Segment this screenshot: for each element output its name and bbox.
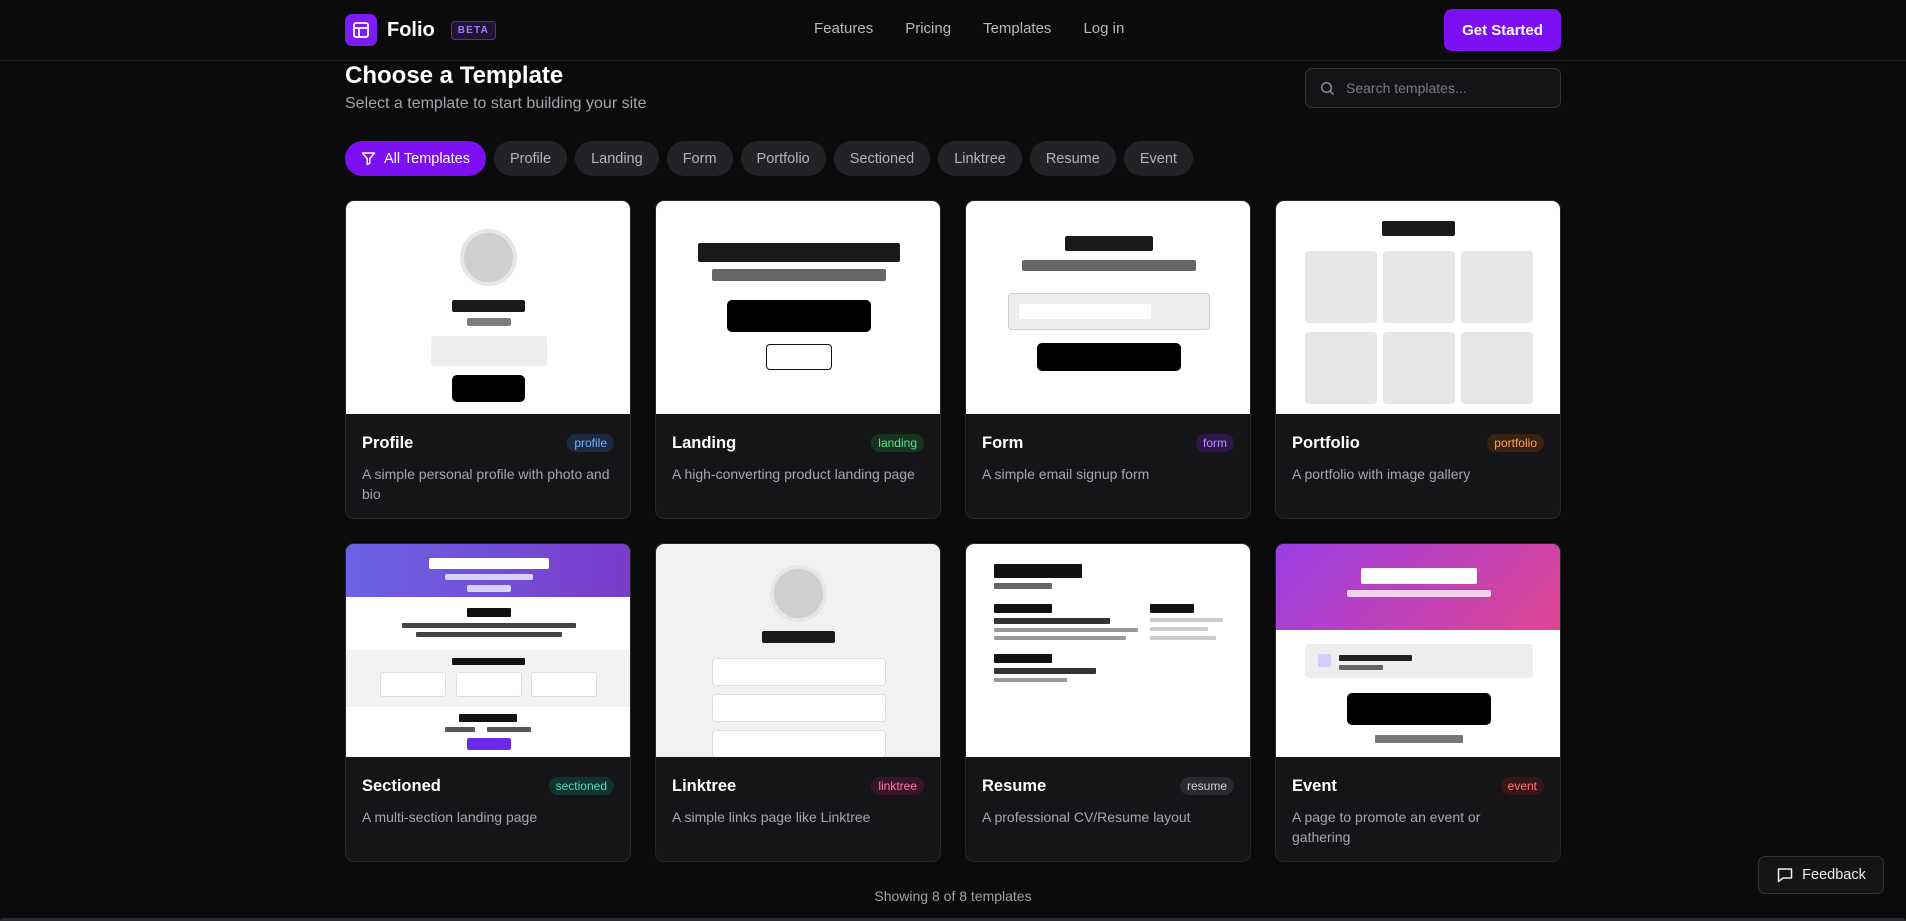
nav-login-link[interactable]: Log in: [1083, 20, 1124, 37]
template-preview: [966, 544, 1250, 757]
card-title: Event: [1292, 777, 1337, 795]
layout-icon: [345, 14, 377, 46]
beta-badge: BETA: [450, 20, 497, 40]
message-square-icon: [1777, 868, 1793, 883]
template-tag: profile: [567, 434, 614, 452]
card-title: Form: [982, 434, 1024, 452]
filter-label: All Templates: [384, 150, 470, 167]
feedback-button[interactable]: Feedback: [1758, 856, 1884, 894]
template-card-resume[interactable]: Resume resume A professional CV/Resume l…: [965, 543, 1251, 862]
filter-chips: All Templates Profile Landing Form Portf…: [345, 141, 1193, 176]
filter-resume[interactable]: Resume: [1029, 141, 1116, 176]
get-started-button[interactable]: Get Started: [1444, 9, 1561, 51]
search-input[interactable]: [1346, 69, 1551, 107]
brand-name: Folio: [387, 18, 435, 41]
search-icon: [1320, 81, 1335, 101]
template-tag: sectioned: [548, 777, 614, 795]
filter-event[interactable]: Event: [1123, 141, 1193, 176]
template-card-linktree[interactable]: Linktree linktree A simple links page li…: [655, 543, 941, 862]
card-description: A simple personal profile with photo and…: [362, 466, 610, 502]
card-description: A professional CV/Resume layout: [982, 809, 1191, 825]
search-box: [1305, 68, 1561, 108]
card-title: Linktree: [672, 777, 737, 795]
card-title: Sectioned: [362, 777, 441, 795]
template-preview: [346, 544, 630, 757]
card-description: A portfolio with image gallery: [1292, 466, 1471, 482]
template-preview: [1276, 544, 1560, 757]
card-description: A simple links page like Linktree: [672, 809, 871, 825]
card-title: Portfolio: [1292, 434, 1360, 452]
filter-landing[interactable]: Landing: [575, 141, 659, 176]
template-tag: event: [1500, 777, 1544, 795]
template-tag: landing: [871, 434, 924, 452]
template-tag: form: [1196, 434, 1234, 452]
card-title: Landing: [672, 434, 737, 452]
card-title: Profile: [362, 434, 414, 452]
page-title: Choose a Template: [345, 62, 564, 89]
nav-pricing-link[interactable]: Pricing: [905, 20, 951, 37]
filter-icon: [361, 152, 376, 166]
template-card-landing[interactable]: Landing landing A high-converting produc…: [655, 200, 941, 519]
feedback-label: Feedback: [1802, 867, 1866, 883]
card-description: A page to promote an event or gathering: [1292, 809, 1481, 845]
filter-sectioned[interactable]: Sectioned: [833, 141, 931, 176]
template-tag: resume: [1179, 777, 1234, 795]
template-card-sectioned[interactable]: Sectioned sectioned A multi-section land…: [345, 543, 631, 862]
card-description: A high-converting product landing page: [672, 466, 915, 482]
top-navigation-bar: Folio BETA Features Pricing Templates Lo…: [0, 0, 1906, 61]
template-tag: linktree: [871, 777, 924, 795]
template-card-event[interactable]: Event event A page to promote an event o…: [1275, 543, 1561, 862]
template-preview: [656, 201, 940, 414]
main-nav: Features Pricing Templates Log in: [814, 20, 1124, 37]
filter-all-templates[interactable]: All Templates: [345, 141, 486, 176]
card-description: A simple email signup form: [982, 466, 1150, 482]
template-preview: [656, 544, 940, 757]
template-card-portfolio[interactable]: Portfolio portfolio A portfolio with ima…: [1275, 200, 1561, 519]
template-preview: [1276, 201, 1560, 414]
card-description: A multi-section landing page: [362, 809, 538, 825]
brand[interactable]: Folio BETA: [345, 14, 497, 46]
filter-form[interactable]: Form: [666, 141, 733, 176]
results-count: Showing 8 of 8 templates: [874, 888, 1032, 904]
template-card-form[interactable]: Form form A simple email signup form: [965, 200, 1251, 519]
nav-features-link[interactable]: Features: [814, 20, 873, 37]
template-tag: portfolio: [1487, 434, 1544, 452]
template-preview: [346, 201, 630, 414]
template-card-profile[interactable]: Profile profile A simple personal profil…: [345, 200, 631, 519]
card-title: Resume: [982, 777, 1047, 795]
filter-linktree[interactable]: Linktree: [938, 141, 1022, 176]
filter-portfolio[interactable]: Portfolio: [740, 141, 826, 176]
nav-templates-link[interactable]: Templates: [983, 20, 1051, 37]
page-subtitle: Select a template to start building your…: [345, 95, 647, 112]
template-preview: [966, 201, 1250, 414]
filter-profile[interactable]: Profile: [493, 141, 568, 176]
